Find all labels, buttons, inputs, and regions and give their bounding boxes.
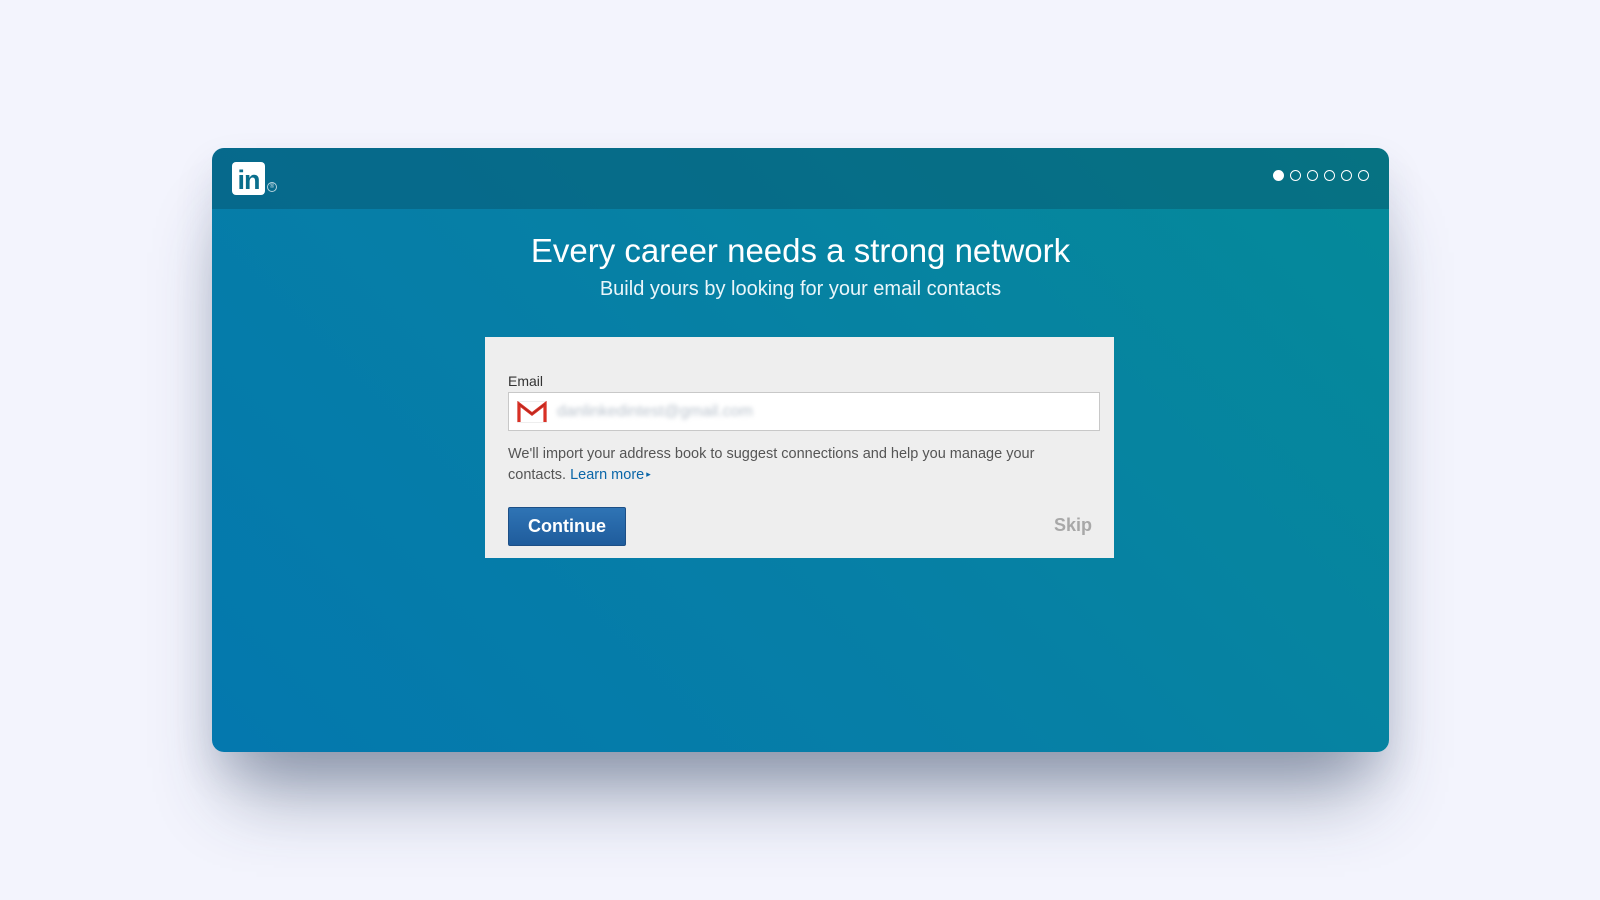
top-bar: in ®: [212, 148, 1389, 209]
step-dot-3: [1307, 170, 1318, 181]
skip-button[interactable]: Skip: [1054, 515, 1092, 536]
gmail-icon: [517, 401, 547, 423]
import-help-text: We'll import your address book to sugges…: [508, 444, 1088, 485]
step-dot-6: [1358, 170, 1369, 181]
continue-button[interactable]: Continue: [508, 507, 626, 546]
email-label: Email: [508, 373, 544, 389]
email-field[interactable]: [508, 392, 1100, 431]
learn-more-label: Learn more: [570, 467, 645, 483]
step-dot-2: [1290, 170, 1301, 181]
step-dot-1-active: [1273, 170, 1284, 181]
registered-mark: ®: [267, 182, 277, 192]
page-subtitle: Build yours by looking for your email co…: [599, 278, 1002, 300]
caret-right-icon: ▸: [646, 469, 651, 479]
page-title: Every career needs a strong network: [530, 232, 1071, 269]
step-dot-4: [1324, 170, 1335, 181]
onboarding-window: in ® Every career needs a strong network…: [212, 148, 1389, 752]
step-dot-5: [1341, 170, 1352, 181]
linkedin-logo-icon: in: [232, 162, 265, 195]
step-indicator: [1273, 170, 1369, 181]
email-input[interactable]: [557, 393, 1087, 430]
learn-more-link[interactable]: Learn more ▸: [570, 467, 651, 483]
page: in ® Every career needs a strong network…: [0, 0, 1600, 900]
email-import-card: Email We'll import your address book to …: [485, 337, 1114, 558]
